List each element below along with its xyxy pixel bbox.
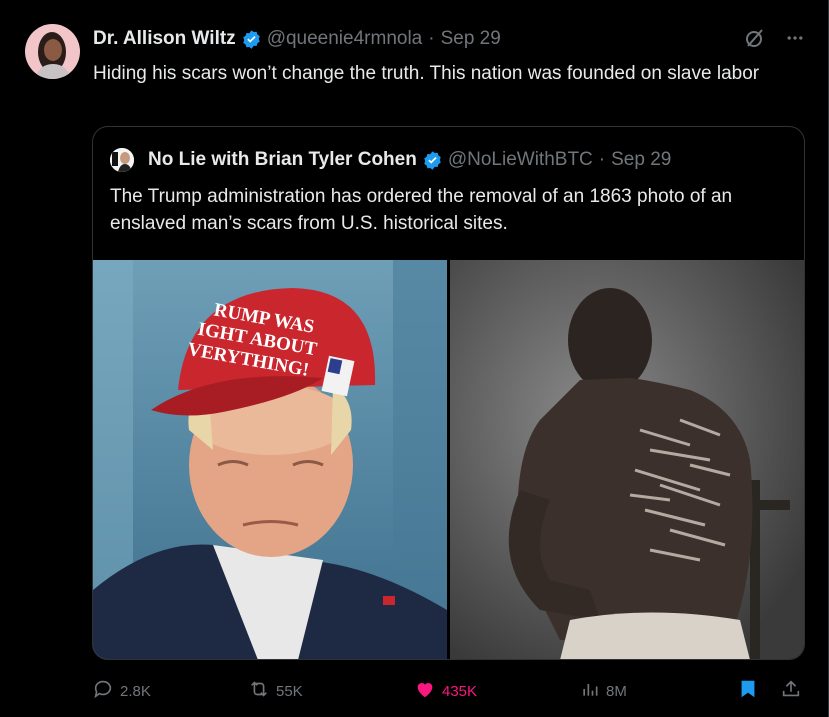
views-chart-icon bbox=[580, 679, 600, 703]
quote-author-avatar[interactable] bbox=[110, 148, 134, 172]
share-icon bbox=[780, 678, 802, 704]
author-avatar[interactable] bbox=[25, 24, 80, 79]
views-button[interactable]: 8M bbox=[580, 679, 627, 703]
bookmark-filled-icon bbox=[737, 678, 759, 704]
post-header: Dr. Allison Wiltz @queenie4rmnola · Sep … bbox=[93, 28, 501, 50]
separator: · bbox=[428, 28, 435, 49]
verified-badge-icon bbox=[422, 150, 443, 171]
quote-date[interactable]: Sep 29 bbox=[611, 149, 671, 171]
repost-icon bbox=[248, 678, 270, 704]
post-action-bar: 2.8K 55K 435K 8M bbox=[92, 678, 805, 704]
like-button[interactable]: 435K bbox=[414, 678, 477, 704]
author-name[interactable]: Dr. Allison Wiltz bbox=[93, 28, 236, 50]
grok-slash-icon[interactable] bbox=[743, 26, 767, 55]
like-count: 435K bbox=[442, 682, 478, 700]
quoted-post[interactable]: No Lie with Brian Tyler Cohen @NoLieWith… bbox=[92, 126, 805, 660]
post-text: Hiding his scars won’t change the truth.… bbox=[93, 63, 760, 84]
post-top-actions bbox=[743, 26, 805, 55]
quote-author-name[interactable]: No Lie with Brian Tyler Cohen bbox=[148, 149, 417, 171]
author-handle[interactable]: @queenie4rmnola bbox=[267, 28, 423, 50]
repost-count: 55K bbox=[276, 682, 303, 700]
more-horizontal-icon[interactable] bbox=[785, 28, 805, 53]
bookmark-button[interactable] bbox=[737, 678, 759, 704]
quote-text: The Trump administration has ordered the… bbox=[110, 186, 733, 234]
media-photo-scars[interactable] bbox=[450, 260, 804, 659]
quote-media-grid: RUMP WAS IGHT ABOUT VERYTHING! bbox=[93, 260, 804, 659]
quote-author-handle[interactable]: @NoLieWithBTC bbox=[448, 149, 593, 171]
separator: · bbox=[598, 149, 606, 170]
quote-header: No Lie with Brian Tyler Cohen @NoLieWith… bbox=[148, 149, 671, 171]
reply-button[interactable]: 2.8K bbox=[92, 678, 151, 704]
post-date[interactable]: Sep 29 bbox=[441, 28, 501, 50]
share-button[interactable] bbox=[780, 678, 802, 704]
verified-badge-icon bbox=[241, 29, 262, 50]
views-count: 8M bbox=[606, 682, 627, 700]
media-photo-cap[interactable]: RUMP WAS IGHT ABOUT VERYTHING! bbox=[93, 260, 447, 659]
reply-icon bbox=[92, 678, 114, 704]
heart-filled-icon bbox=[414, 678, 436, 704]
reply-count: 2.8K bbox=[120, 682, 151, 700]
repost-button[interactable]: 55K bbox=[248, 678, 303, 704]
